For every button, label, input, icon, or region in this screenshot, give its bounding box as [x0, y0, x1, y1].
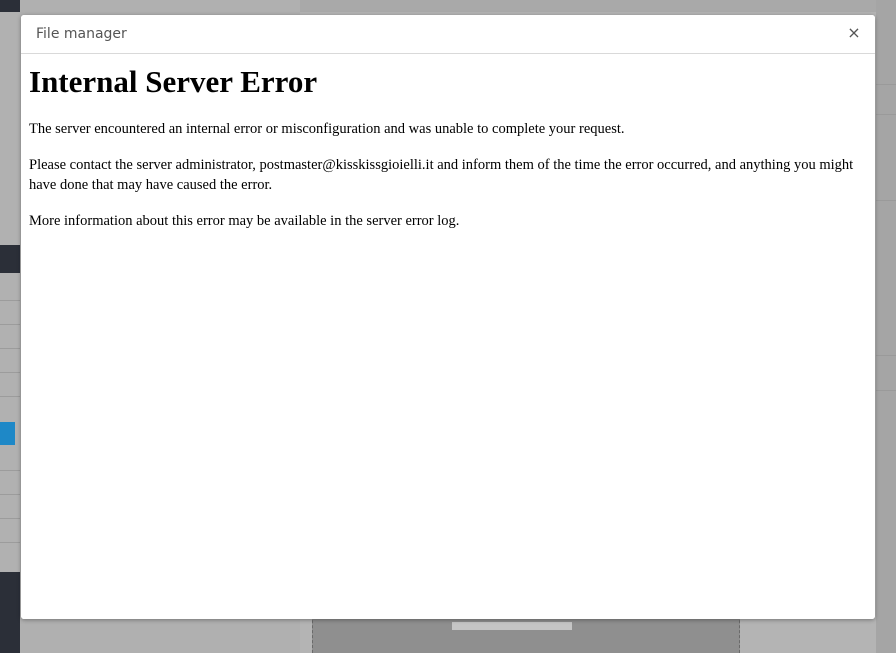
error-heading: Internal Server Error [29, 64, 318, 99]
close-icon[interactable]: × [847, 23, 861, 43]
dialog-header: File manager × [21, 15, 875, 54]
dialog-title: File manager [36, 26, 127, 42]
dialog-body-frame: Internal Server Error The server encount… [21, 54, 875, 619]
file-manager-dialog: File manager × Internal Server Error The… [21, 15, 875, 619]
error-message: The server encountered an internal error… [29, 121, 625, 137]
error-contact-message: Please contact the server administrator,… [29, 157, 854, 193]
error-log-message: More information about this error may be… [29, 213, 460, 229]
background-active-item [0, 422, 15, 445]
background-right-edge [876, 0, 896, 653]
error-page: Internal Server Error The server encount… [29, 62, 869, 247]
background-panel-tab [452, 622, 572, 630]
background-sidebar [0, 0, 20, 653]
